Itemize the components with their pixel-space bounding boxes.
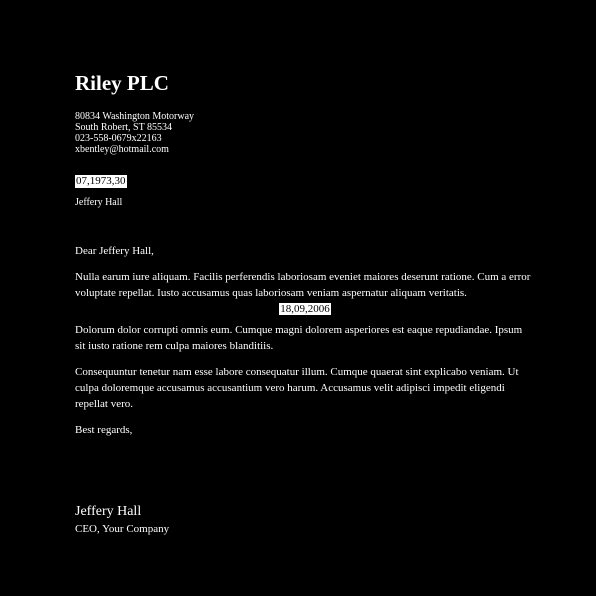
signer-title: CEO, Your Company [75,523,170,535]
letter-body: Dear Jeffery Hall, Nulla earum iure aliq… [75,243,535,438]
sender-address: 80834 Washington Motorway South Robert, … [75,111,194,155]
address-street: 80834 Washington Motorway [75,111,195,122]
closing: Best regards, [75,424,133,436]
address-email: xbentley@hotmail.com [75,144,169,155]
address-phone: 023-558-0679x22163 [75,133,162,144]
inline-date: 18,09,2006 [279,303,331,315]
letter-date: 07,1973,30 [75,175,127,188]
paragraph-2: Dolorum dolor corrupti omnis eum. Cumque… [75,324,523,352]
letter-page: Riley PLC 80834 Washington Motorway Sout… [0,0,596,596]
paragraph-3: Consequuntur tenetur nam esse labore con… [75,366,519,410]
recipient-name: Jeffery Hall [75,197,123,208]
address-city: South Robert, ST 85534 [75,122,173,133]
signer-name: Jeffery Hall [75,504,142,519]
inline-date-row: 18,09,2006 [75,301,535,317]
paragraph-1: Nulla earum iure aliquam. Facilis perfer… [75,271,531,299]
company-name: Riley PLC [75,71,169,95]
greeting: Dear Jeffery Hall, [75,245,154,257]
